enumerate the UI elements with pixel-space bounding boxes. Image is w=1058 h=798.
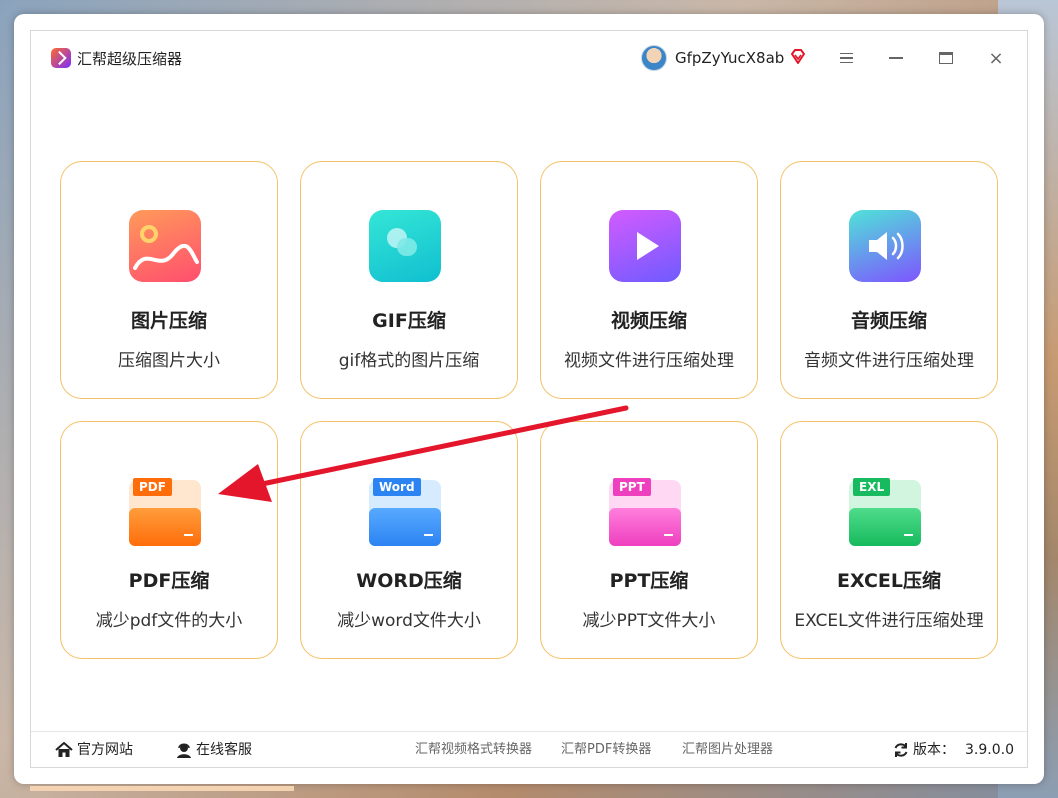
card-pdf-compress[interactable]: PDF PDF压缩 减少pdf文件的大小: [60, 421, 278, 659]
official-website-label: 官方网站: [77, 742, 133, 758]
pdf-badge: PDF: [133, 478, 172, 496]
excel-folder-icon: EXL: [849, 470, 921, 546]
close-icon: ×: [988, 47, 1004, 69]
word-badge: Word: [373, 478, 421, 496]
card-title: PPT压缩: [609, 570, 689, 592]
card-desc: 减少word文件大小: [337, 611, 481, 631]
maximize-icon: [939, 52, 953, 64]
card-desc: 压缩图片大小: [118, 351, 220, 371]
card-audio-compress[interactable]: 音频压缩 音频文件进行压缩处理: [780, 161, 998, 399]
tool-grid: 图片压缩 压缩图片大小 GIF压缩 gif格式的图片压缩 视频压缩 视频文件进行…: [60, 161, 1000, 661]
card-desc: gif格式的图片压缩: [338, 351, 480, 371]
card-ppt-compress[interactable]: PPT PPT压缩 减少PPT文件大小: [540, 421, 758, 659]
card-title: GIF压缩: [372, 310, 446, 332]
word-folder-icon: Word: [369, 470, 441, 546]
version-number: 3.9.0.0: [965, 742, 1014, 758]
card-title: 音频压缩: [850, 310, 927, 332]
version-label: 版本：: [913, 742, 955, 758]
card-desc: 减少PPT文件大小: [582, 611, 716, 631]
app-logo-icon: [51, 48, 71, 68]
online-support-label: 在线客服: [196, 742, 252, 758]
card-video-compress[interactable]: 视频压缩 视频文件进行压缩处理: [540, 161, 758, 399]
card-title: WORD压缩: [356, 570, 462, 592]
user-avatar[interactable]: [641, 45, 667, 71]
minimize-button[interactable]: [884, 46, 908, 70]
excel-badge: EXL: [853, 478, 891, 496]
footer-bar: 官方网站 在线客服 汇帮视频格式转换器 汇帮PDF转换器 汇帮图片处理器 版本：…: [31, 731, 1027, 768]
pdf-converter-link[interactable]: 汇帮PDF转换器: [561, 740, 651, 760]
username[interactable]: GfpZyYucX8ab: [675, 47, 784, 69]
support-agent-icon: [177, 743, 191, 758]
image-processor-link[interactable]: 汇帮图片处理器: [682, 740, 773, 760]
online-support-link[interactable]: 在线客服: [176, 740, 252, 760]
video-play-icon: [609, 210, 681, 282]
card-gif-compress[interactable]: GIF压缩 gif格式的图片压缩: [300, 161, 518, 399]
menu-button[interactable]: [834, 46, 858, 70]
card-desc: EXCEL文件进行压缩处理: [794, 611, 984, 631]
official-website-link[interactable]: 官方网站: [55, 740, 133, 760]
image-icon: [129, 210, 201, 282]
card-word-compress[interactable]: Word WORD压缩 减少word文件大小: [300, 421, 518, 659]
app-window: 汇帮超级压缩器 GfpZyYucX8ab × 图片压缩 压缩图片大小 GIF压缩…: [30, 30, 1028, 768]
ppt-badge: PPT: [613, 478, 651, 496]
close-button[interactable]: ×: [984, 46, 1008, 70]
refresh-icon[interactable]: [893, 742, 909, 758]
card-title: PDF压缩: [128, 570, 210, 592]
hamburger-icon: [839, 53, 853, 63]
title-bar: 汇帮超级压缩器 GfpZyYucX8ab ×: [31, 31, 1027, 87]
audio-speaker-icon: [849, 210, 921, 282]
card-title: EXCEL压缩: [837, 570, 941, 592]
gif-icon: [369, 210, 441, 282]
pdf-folder-icon: PDF: [129, 470, 201, 546]
card-desc: 音频文件进行压缩处理: [804, 351, 974, 371]
card-title: 视频压缩: [610, 310, 687, 332]
maximize-button[interactable]: [934, 46, 958, 70]
taskbar-strip: [30, 786, 294, 791]
version-info: 版本： 3.9.0.0: [893, 740, 1014, 760]
video-converter-link[interactable]: 汇帮视频格式转换器: [415, 740, 532, 760]
app-title: 汇帮超级压缩器: [77, 50, 183, 68]
card-excel-compress[interactable]: EXL EXCEL压缩 EXCEL文件进行压缩处理: [780, 421, 998, 659]
card-image-compress[interactable]: 图片压缩 压缩图片大小: [60, 161, 278, 399]
vip-diamond-icon[interactable]: [789, 48, 807, 66]
card-desc: 减少pdf文件的大小: [95, 611, 243, 631]
minimize-icon: [889, 57, 903, 59]
ppt-folder-icon: PPT: [609, 470, 681, 546]
card-desc: 视频文件进行压缩处理: [564, 351, 734, 371]
home-icon: [55, 742, 73, 757]
card-title: 图片压缩: [130, 310, 207, 332]
